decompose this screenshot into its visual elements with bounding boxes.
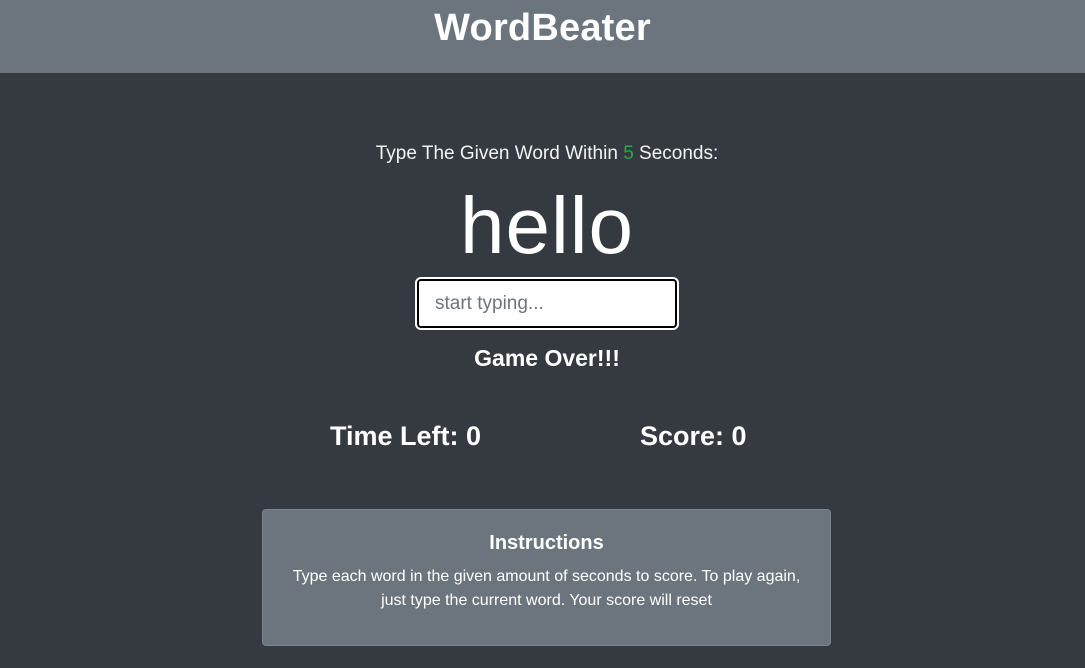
score-display: Score: 0	[640, 421, 747, 452]
instructions-title: Instructions	[489, 532, 604, 554]
instructions-card: Instructions Type each word in the given…	[262, 509, 831, 646]
lead-suffix: Seconds:	[633, 143, 719, 164]
instructions-body: Type each word in the given amount of se…	[292, 568, 801, 609]
time-left-display: Time Left: 0	[330, 421, 481, 452]
word-input[interactable]	[415, 277, 679, 330]
word-input-container	[415, 277, 679, 330]
header-bar: WordBeater	[0, 0, 1085, 73]
time-left-value: 0	[466, 421, 482, 451]
score-label: Score:	[640, 421, 732, 451]
seconds-value: 5	[623, 143, 634, 164]
lead-prefix: Type The Given Word Within	[375, 143, 624, 164]
instruction-lead: Type The Given Word Within 5 Seconds:	[0, 143, 1085, 165]
current-word: hello	[459, 181, 635, 270]
game-message: Game Over!!!	[474, 345, 620, 371]
app-title: WordBeater	[434, 7, 651, 49]
time-left-label: Time Left:	[330, 421, 467, 451]
score-value: 0	[731, 421, 747, 451]
